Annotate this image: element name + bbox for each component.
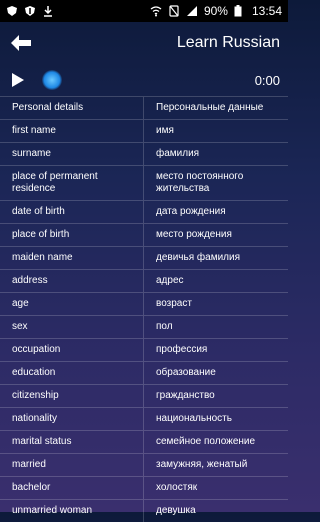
table-row[interactable]: date of birth дата рождения (0, 200, 288, 223)
table-row[interactable]: unmarried woman девушка (0, 499, 288, 522)
seek-knob[interactable] (42, 70, 62, 90)
table-row[interactable]: place of birth место рождения (0, 223, 288, 246)
status-bar: 90% 13:54 (0, 0, 288, 22)
phrase-english: address (0, 270, 144, 292)
battery-percent: 90% (203, 4, 228, 18)
play-icon[interactable] (8, 70, 28, 90)
phrase-english: age (0, 293, 144, 315)
phrase-english: surname (0, 143, 144, 165)
phrase-english: marital status (0, 431, 144, 453)
phrase-russian: пол (156, 321, 173, 332)
table-row[interactable]: surname фамилия (0, 142, 288, 165)
table-row[interactable]: maiden name девичья фамилия (0, 246, 288, 269)
app-bar: Learn Russian (0, 22, 288, 64)
clock: 13:54 (251, 4, 282, 18)
phrase-english: date of birth (0, 201, 144, 223)
battery-icon (234, 5, 246, 17)
phrase-english: bachelor (0, 477, 144, 499)
wifi-icon (150, 5, 162, 17)
table-row[interactable]: first name имя (0, 119, 288, 142)
phrase-english: nationality (0, 408, 144, 430)
shield-icon (6, 5, 18, 17)
phrase-table: Personal details Персональные данные fir… (0, 96, 288, 522)
phrase-russian: национальность (156, 413, 232, 424)
download-icon (42, 5, 54, 17)
audio-seek-slider[interactable] (42, 70, 247, 90)
phrase-english: first name (0, 120, 144, 142)
table-row[interactable]: education образование (0, 361, 288, 384)
shield-icon (24, 5, 36, 17)
phrase-english: education (0, 362, 144, 384)
table-row[interactable]: age возраст (0, 292, 288, 315)
phrase-russian: дата рождения (156, 206, 226, 217)
phrase-russian: имя (156, 125, 174, 136)
phrase-english: unmarried woman (0, 500, 144, 522)
phrase-russian: холостяк (156, 482, 198, 493)
table-row[interactable]: citizenship гражданство (0, 384, 288, 407)
column-header-english: Personal details (0, 97, 144, 119)
phrase-russian: место рождения (156, 229, 232, 240)
phrase-english: married (0, 454, 144, 476)
phrase-english: place of birth (0, 224, 144, 246)
phrase-russian: девушка (156, 505, 196, 516)
table-row[interactable]: address адрес (0, 269, 288, 292)
phrase-english: sex (0, 316, 144, 338)
table-row[interactable]: place of permanent residence место постоя… (0, 165, 288, 200)
phrase-russian: образование (156, 367, 216, 378)
no-sim-icon (168, 5, 180, 17)
phrase-english: occupation (0, 339, 144, 361)
phrase-russian: гражданство (156, 390, 215, 401)
phrase-russian: профессия (156, 344, 208, 355)
phrase-russian: возраст (156, 298, 192, 309)
page-title: Learn Russian (176, 34, 280, 51)
phrase-russian: адрес (156, 275, 184, 286)
phrase-russian: место постоянного жительства (156, 171, 244, 194)
table-row[interactable]: nationality национальность (0, 407, 288, 430)
table-row[interactable]: bachelor холостяк (0, 476, 288, 499)
table-body: first name имя surname фамилия place of perm… (0, 119, 288, 522)
table-row[interactable]: occupation профессия (0, 338, 288, 361)
phrase-russian: девичья фамилия (156, 252, 240, 263)
back-arrow-icon[interactable] (8, 30, 34, 56)
signal-icon (186, 5, 198, 17)
phrase-english: maiden name (0, 247, 144, 269)
playback-time: 0:00 (254, 72, 280, 88)
table-header: Personal details Персональные данные (0, 96, 288, 119)
table-row[interactable]: married замужняя, женатый (0, 453, 288, 476)
phrase-english: citizenship (0, 385, 144, 407)
phrase-russian: фамилия (156, 148, 200, 159)
table-row[interactable]: marital status семейное положение (0, 430, 288, 453)
table-row[interactable]: sex пол (0, 315, 288, 338)
phrase-russian: замужняя, женатый (156, 459, 248, 470)
phrase-russian: семейное положение (156, 436, 256, 447)
phrase-english: place of permanent residence (0, 166, 144, 200)
audio-player: 0:00 (0, 64, 288, 96)
column-header-russian: Персональные данные (156, 102, 264, 113)
